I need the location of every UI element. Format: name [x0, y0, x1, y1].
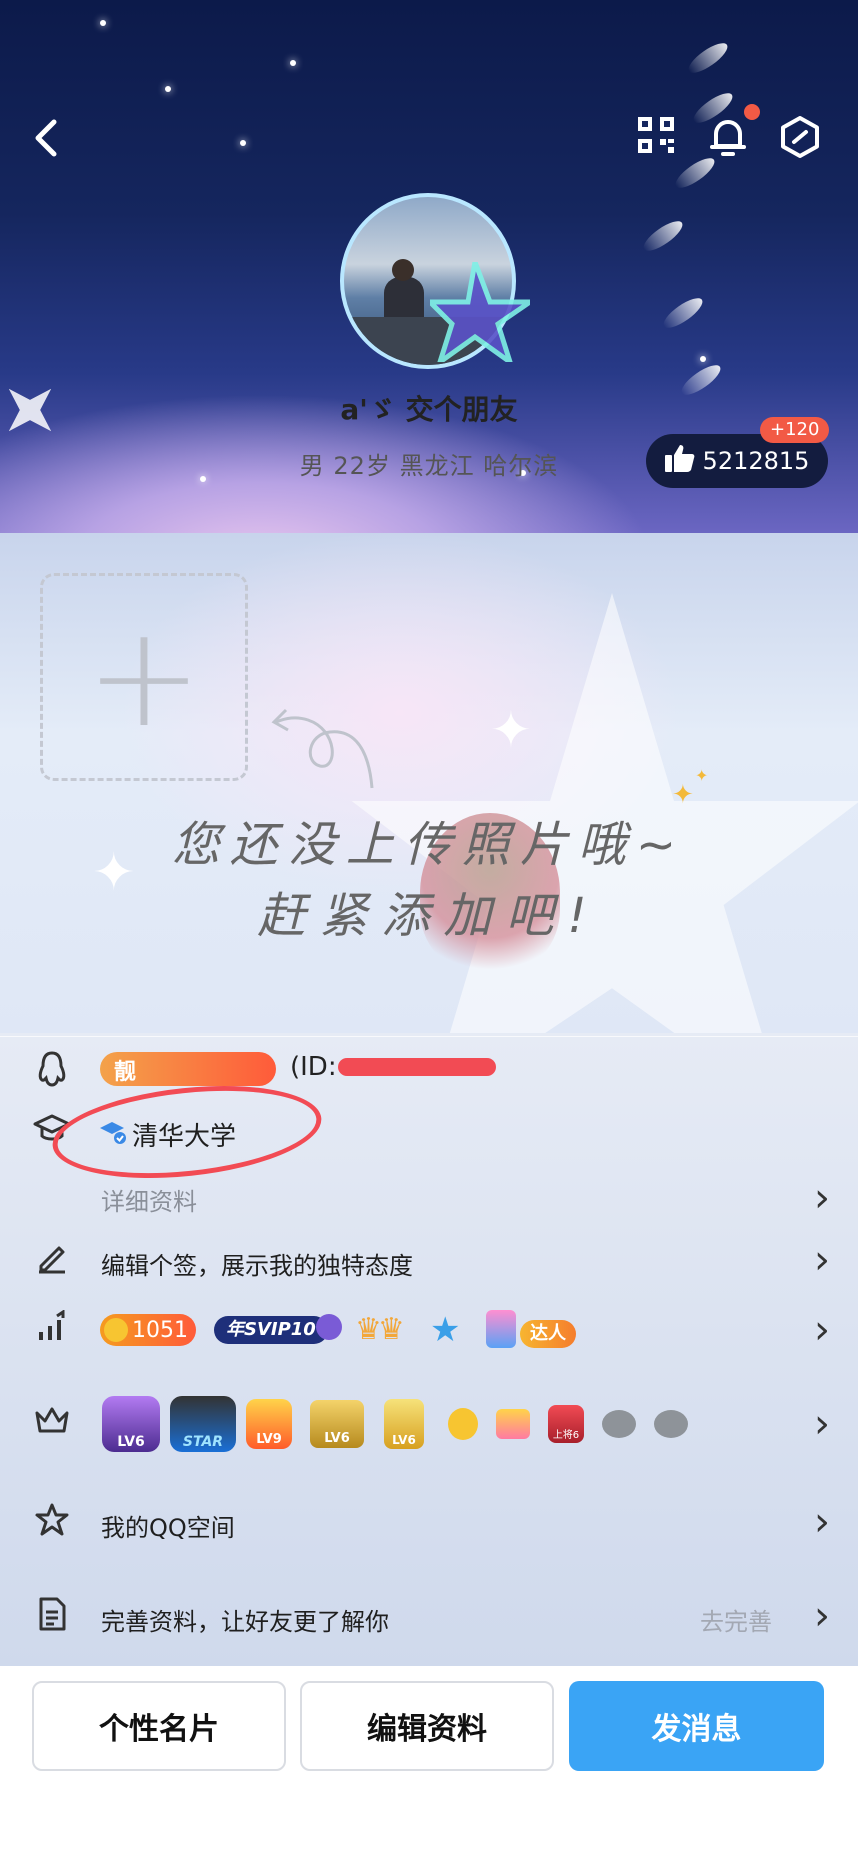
plus-icon: +	[85, 595, 203, 759]
edit-profile-button[interactable]: 编辑资料	[300, 1681, 554, 1771]
gray-hat-badge-icon	[654, 1410, 688, 1438]
redaction-mark	[338, 1058, 496, 1076]
chevron-right-icon: ›	[814, 1175, 830, 1221]
chevron-right-icon: ›	[814, 1499, 830, 1545]
svip-medal-icon	[316, 1314, 342, 1340]
complete-profile-row[interactable]: 完善资料，让好友更了解你 去完善 ›	[0, 1594, 858, 1638]
star-frame-icon	[423, 252, 539, 369]
feather-decoration	[639, 216, 687, 256]
star-medal-icon: ★	[430, 1310, 461, 1350]
feather-decoration	[659, 293, 707, 333]
qq-level-value: 1051	[132, 1317, 188, 1343]
chevron-right-icon: ›	[814, 1593, 830, 1639]
game-badge-general-icon: 上将6	[548, 1405, 584, 1443]
penguin-icon	[32, 1050, 72, 1090]
divider	[0, 1036, 858, 1037]
signature-prompt: 编辑个签，展示我的独特态度	[101, 1252, 413, 1280]
qzone-star-icon	[32, 1502, 72, 1542]
chevron-right-icon: ›	[814, 1307, 830, 1353]
likes-increase-badge: +120	[760, 417, 830, 443]
qq-id-label: (ID:	[290, 1052, 337, 1082]
sun-icon	[104, 1318, 128, 1342]
upload-hint: 您还没上传照片哦~	[171, 817, 687, 873]
chevron-right-icon: ›	[814, 1237, 830, 1283]
notification-dot	[744, 104, 760, 120]
complete-action: 去完善	[700, 1608, 772, 1636]
upload-hint: 赶紧添加吧!	[257, 888, 601, 944]
settings-hexagon-icon[interactable]	[780, 116, 820, 165]
level-row[interactable]: 1051 年SVIP10 ♛♛ ★ 达人 ›	[0, 1308, 858, 1352]
nickname: a'ゞ 交个朋友	[340, 393, 518, 426]
crown-medals-icon: ♛♛	[355, 1312, 405, 1347]
star-decoration	[700, 356, 706, 362]
upload-photo-button[interactable]: +	[40, 573, 248, 781]
game-badges: LV6 STAR LV9 LV6 LV6 上将6	[102, 1396, 706, 1452]
chevron-right-icon: ›	[814, 1401, 830, 1447]
star-decoration	[290, 60, 296, 66]
details-link: 详细资料	[101, 1188, 197, 1216]
pencil-icon	[32, 1240, 72, 1280]
star-decoration	[240, 140, 246, 146]
game-badges-row[interactable]: LV6 STAR LV9 LV6 LV6 上将6 ›	[0, 1396, 858, 1452]
svip-badge: 年SVIP10	[214, 1316, 328, 1344]
game-badge-lv6-gold-icon: LV6	[310, 1400, 364, 1448]
game-badge-lv6-icon: LV6	[102, 1396, 160, 1452]
talent-badge: 达人	[520, 1320, 576, 1348]
qzone-row[interactable]: 我的QQ空间 ›	[0, 1500, 858, 1544]
likes-count: 5212815	[702, 447, 810, 475]
game-badge-s-lv6-icon: LV6	[384, 1399, 424, 1449]
send-message-button[interactable]: 发消息	[569, 1681, 824, 1771]
qq-level-badge: 1051	[100, 1314, 196, 1346]
qzone-label: 我的QQ空间	[101, 1514, 235, 1542]
sparkle-icon: ✦	[490, 701, 532, 759]
bell-icon[interactable]	[708, 114, 748, 165]
document-icon	[32, 1596, 72, 1636]
qq-number-row[interactable]: 靓 (ID:	[0, 1048, 858, 1092]
premium-badge-label: 靓	[114, 1060, 137, 1085]
thumbs-up-icon	[664, 444, 695, 478]
heart-diamond-badge-icon	[496, 1409, 530, 1439]
phone-medal-icon	[486, 1310, 516, 1348]
profile-card-button[interactable]: 个性名片	[32, 1681, 286, 1771]
game-badge-star-icon: STAR	[170, 1396, 236, 1452]
sparkle-icon: ✦	[695, 766, 709, 785]
complete-profile-label: 完善资料，让好友更了解你	[101, 1608, 389, 1636]
premium-number-badge: 靓	[100, 1052, 276, 1086]
game-badge-lv9-icon: LV9	[246, 1399, 292, 1449]
gray-hat-badge-icon	[602, 1410, 636, 1438]
signature-row[interactable]: 编辑个签，展示我的独特态度 ›	[0, 1238, 858, 1282]
level-chart-icon	[32, 1309, 72, 1350]
star-decoration	[100, 20, 106, 26]
feather-decoration	[684, 38, 732, 78]
curved-arrow-icon	[268, 700, 378, 794]
details-row[interactable]: 详细资料 ›	[0, 1178, 858, 1218]
school-row[interactable]: 清华大学	[0, 1074, 858, 1190]
qq-penguin-badge-icon	[448, 1408, 478, 1440]
qr-code-icon[interactable]	[638, 117, 674, 160]
back-icon[interactable]	[30, 118, 64, 165]
star-decoration	[165, 86, 171, 92]
crown-icon	[32, 1404, 72, 1444]
